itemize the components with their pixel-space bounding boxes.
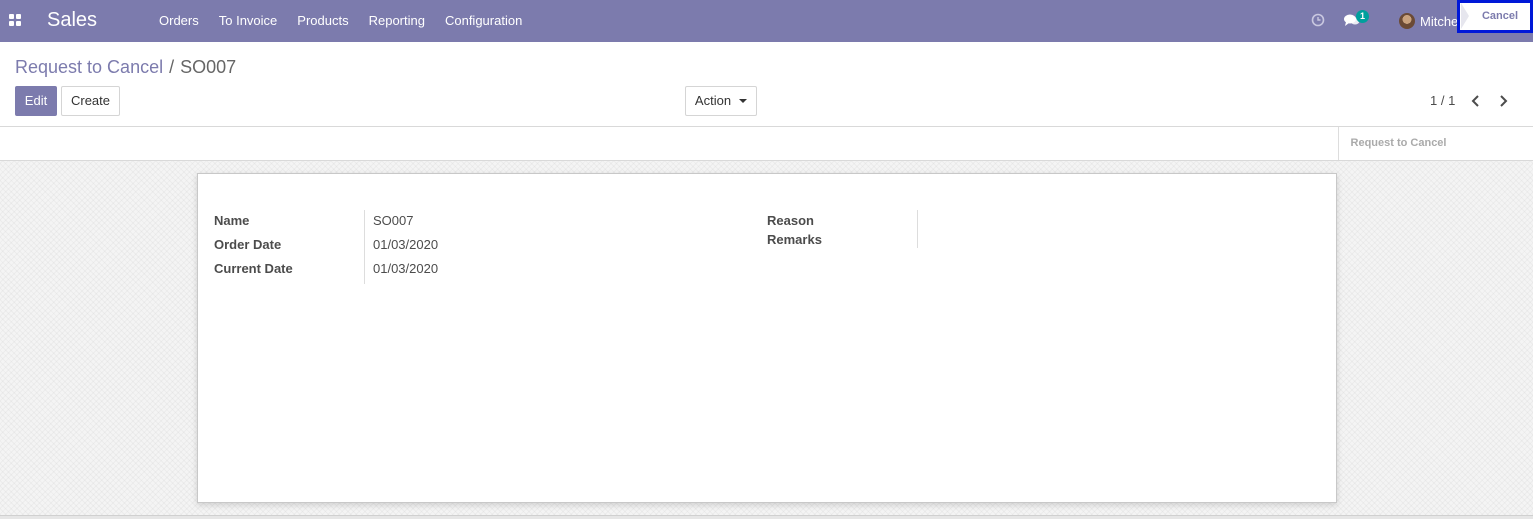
top-navbar: Sales Orders To Invoice Products Reporti… — [0, 0, 1533, 42]
activity-clock-icon[interactable] — [1311, 13, 1325, 27]
field-label-current-date: Current Date — [214, 261, 293, 276]
field-value-name: SO007 — [373, 213, 414, 228]
status-request-to-cancel[interactable]: Request to Cancel — [1338, 127, 1458, 160]
field-label-name: Name — [214, 213, 250, 228]
breadcrumb: Request to Cancel / SO007 — [15, 57, 236, 78]
app-title[interactable]: Sales — [47, 9, 97, 32]
pager-next-icon[interactable] — [1496, 93, 1510, 109]
field-label-order-date: Order Date — [214, 237, 282, 252]
right-group-separator — [917, 210, 918, 248]
menu-item-reporting[interactable]: Reporting — [359, 0, 435, 42]
action-dropdown-button[interactable]: Action — [685, 86, 757, 116]
edit-button[interactable]: Edit — [15, 86, 57, 116]
menu-item-configuration[interactable]: Configuration — [435, 0, 532, 42]
apps-menu-icon[interactable] — [9, 14, 21, 26]
menu-item-orders[interactable]: Orders — [149, 0, 209, 42]
field-value-order-date: 01/03/2020 — [373, 237, 439, 252]
field-value-current-date: 01/03/2020 — [373, 261, 439, 276]
pager-value[interactable]: 1 / 1 — [1430, 93, 1455, 108]
field-label-remarks: Remarks — [767, 232, 822, 247]
create-button[interactable]: Create — [61, 86, 120, 116]
avatar — [1399, 13, 1415, 29]
status-arrow-icon — [1461, 3, 1469, 29]
chat-count-badge: 1 — [1356, 10, 1370, 23]
main-menu: Orders To Invoice Products Reporting Con… — [149, 0, 532, 42]
pager-previous-icon[interactable] — [1469, 93, 1483, 109]
breadcrumb-current: SO007 — [180, 57, 237, 77]
action-label: Action — [694, 93, 732, 108]
menu-item-to-invoice[interactable]: To Invoice — [209, 0, 288, 42]
field-label-reason: Reason — [767, 213, 814, 228]
form-statusbar: Request to Cancel — [0, 127, 1533, 161]
breadcrumb-separator: / — [169, 57, 175, 77]
breadcrumb-parent-link[interactable]: Request to Cancel — [15, 57, 163, 78]
bottom-border — [0, 515, 1533, 519]
caret-down-icon — [739, 99, 748, 103]
left-group-separator — [364, 210, 365, 284]
form-sheet: Name SO007 Order Date 01/03/2020 Current… — [197, 173, 1337, 503]
menu-item-products[interactable]: Products — [287, 0, 358, 42]
